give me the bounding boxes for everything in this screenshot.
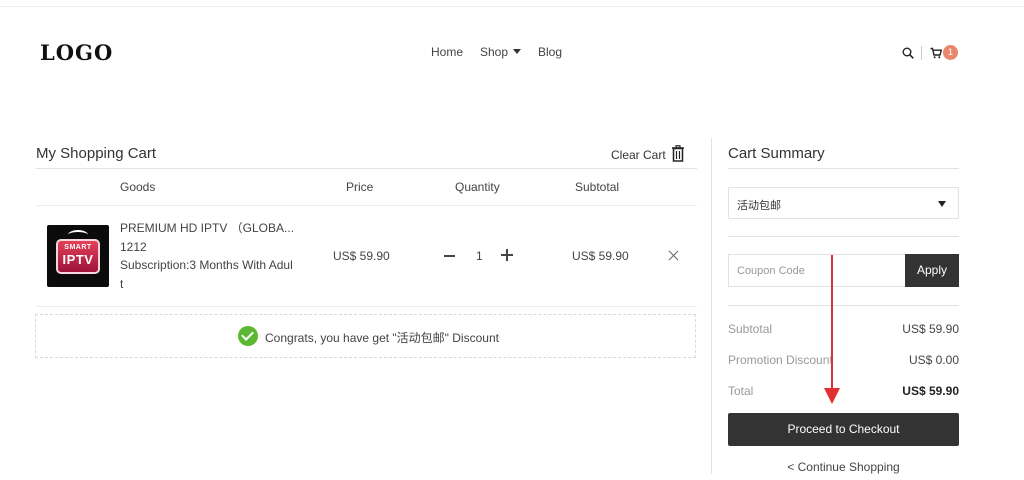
col-quantity: Quantity (455, 180, 500, 194)
subtotal-value: US$ 59.90 (902, 322, 959, 336)
nav-home-link[interactable]: Home (431, 45, 463, 59)
nav-blog-link[interactable]: Blog (538, 45, 562, 59)
top-divider (0, 6, 1024, 7)
table-header-divider (36, 205, 697, 206)
site-logo[interactable]: LOGO (40, 40, 113, 65)
nav-shop-label: Shop (480, 45, 509, 59)
promotion-label: Promotion Discount (728, 353, 833, 367)
row-divider (36, 306, 697, 307)
header-divider (921, 46, 922, 60)
quantity-decrease-button[interactable] (444, 255, 455, 257)
product-subtotal: US$ 59.90 (572, 249, 629, 263)
summary-header-divider (728, 168, 959, 169)
cart-title: My Shopping Cart (36, 145, 157, 162)
apply-coupon-button[interactable]: Apply (905, 254, 959, 287)
summary-divider (728, 236, 959, 237)
remove-item-close-icon[interactable] (668, 250, 679, 261)
thumb-iptv-text: IPTV (62, 252, 94, 267)
annotation-arrow-head-icon (824, 388, 840, 404)
shipping-selected-value: 活动包邮 (737, 200, 781, 212)
subtotal-label: Subtotal (728, 322, 773, 336)
shipping-select[interactable]: 活动包邮 (728, 187, 959, 219)
product-info[interactable]: PREMIUM HD IPTV （GLOBA... 1212 Subscript… (120, 219, 295, 293)
col-subtotal: Subtotal (575, 180, 620, 194)
total-value: US$ 59.90 (902, 384, 959, 398)
cart-icon[interactable] (930, 47, 942, 59)
summary-title: Cart Summary (728, 145, 825, 162)
search-icon[interactable] (902, 47, 914, 59)
thumb-smart-text: SMART (64, 244, 92, 251)
nav-shop-menu[interactable]: Shop (480, 45, 522, 59)
tv-icon: SMART IPTV (56, 239, 100, 274)
quantity-value[interactable]: 1 (476, 249, 483, 263)
product-subscription: Subscription:3 Months With Adult (120, 258, 293, 291)
cart-count-badge: 1 (943, 45, 958, 60)
quantity-increase-button[interactable] (501, 249, 513, 261)
annotation-arrow-shaft (831, 255, 833, 391)
summary-divider (728, 305, 959, 306)
cart-header-divider (36, 168, 697, 169)
promotion-value: US$ 0.00 (908, 353, 959, 367)
product-thumbnail[interactable]: SMART IPTV (47, 225, 109, 287)
col-goods: Goods (120, 180, 156, 194)
product-name: PREMIUM HD IPTV （GLOBA... 1212 (120, 221, 295, 254)
discount-message: Congrats, you have get "活动包邮" Discount (265, 331, 499, 345)
clear-cart-button[interactable]: Clear Cart (611, 145, 685, 163)
continue-shopping-link[interactable]: < Continue Shopping (728, 460, 959, 474)
check-circle-icon (238, 326, 258, 346)
caret-down-icon (938, 201, 946, 207)
caret-down-icon (513, 49, 522, 55)
product-price: US$ 59.90 (333, 249, 390, 263)
col-price: Price (346, 180, 374, 194)
coupon-code-input[interactable] (728, 254, 905, 287)
total-label: Total (728, 384, 754, 398)
proceed-to-checkout-button[interactable]: Proceed to Checkout (728, 413, 959, 446)
clear-cart-label: Clear Cart (611, 147, 666, 162)
trash-icon (671, 145, 684, 162)
panel-divider (711, 138, 712, 474)
